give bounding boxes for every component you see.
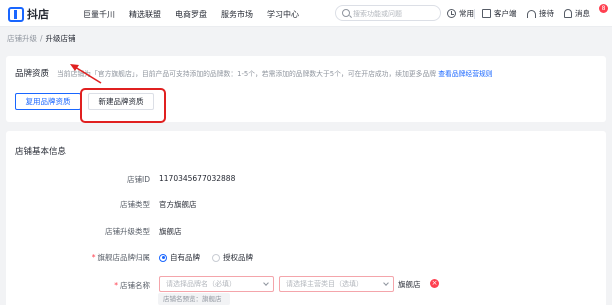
toolbar-divider [474,9,475,19]
store-section-title: 店铺基本信息 [15,147,67,157]
tool-reception-label: 接待 [539,9,554,18]
nav-item-learning[interactable]: 学习中心 [267,9,299,20]
tool-messages[interactable]: 消息 [564,8,590,19]
store-id-label: 店铺ID [127,175,150,184]
clock-icon [447,9,456,18]
tool-client-label: 客户端 [494,9,517,18]
radio-own-brand[interactable]: 自有品牌 [159,252,200,263]
brand-section-description: 当前店铺为「官方旗舰店」，目前产品可支持添加的品牌数：1-5个，若需添加的品牌数… [57,68,493,78]
brand-section-title: 品牌资质 [15,69,50,79]
tool-client[interactable]: 客户端 [482,8,517,19]
radio-unchecked-icon [212,253,220,262]
brand-owner-label: * 旗舰店品牌归属 [60,252,150,263]
tool-common-label: 常用 [459,9,474,18]
tool-reception[interactable]: 接待 [527,8,554,19]
bell-icon [564,9,572,18]
radio-checked-icon [159,253,167,262]
brand-name-select-placeholder: 请选择品牌名（必填） [166,280,236,288]
brand-name-select[interactable]: 请选择品牌名（必填） [159,276,274,292]
store-name-label: * 店铺名称 [60,280,150,291]
store-type-value: 官方旗舰店 [159,200,197,209]
required-mark: * [114,281,118,290]
main-category-select[interactable]: 请选择主营类目（选填） [279,276,394,292]
brand-description-text: 当前店铺为「官方旗舰店」，目前产品可支持添加的品牌数：1-5个，若需添加的品牌数… [57,70,437,78]
store-name-preview: 店铺名预览：旗舰店 [158,293,230,305]
store-id-value: 1170345677032888 [159,174,236,183]
nav-item-alliance[interactable]: 精选联盟 [129,9,161,20]
breadcrumb: 店铺升级 / 升级店铺 [7,33,76,44]
breadcrumb-separator: / [40,34,43,43]
required-mark: * [91,253,96,262]
client-icon [482,9,491,18]
nav-item-qianchuan[interactable]: 巨量千川 [83,9,115,20]
chevron-down-icon [263,280,269,286]
radio-licensed-brand-label: 授权品牌 [223,253,253,262]
tool-common[interactable]: 常用 [447,8,474,19]
app-name: 抖店 [27,8,49,21]
headset-icon [527,9,536,18]
close-icon[interactable]: × [430,279,439,288]
search-icon [342,9,350,17]
annotation-highlight-box [80,88,166,123]
reuse-brand-button[interactable]: 复用品牌资质 [15,93,81,110]
nav-item-compass[interactable]: 电商罗盘 [175,9,207,20]
brand-owner-label-text: 旗舰店品牌归属 [97,253,151,262]
search-box[interactable] [335,5,441,21]
radio-own-brand-label: 自有品牌 [170,253,200,262]
main-category-select-placeholder: 请选择主营类目（选填） [286,280,363,288]
search-input[interactable] [353,8,438,19]
breadcrumb-current: 升级店铺 [45,34,76,43]
main-nav: 巨量千川 精选联盟 电商罗盘 服务市场 学习中心 [83,9,313,20]
breadcrumb-parent[interactable]: 店铺升级 [7,34,37,43]
nav-item-market[interactable]: 服务市场 [221,9,253,20]
chevron-down-icon [383,280,389,286]
store-upgrade-type-label: 店铺升级类型 [105,227,150,236]
store-name-suffix: 旗舰店 [398,280,421,289]
tool-messages-label: 消息 [575,9,590,18]
store-type-label: 店铺类型 [120,200,150,209]
radio-licensed-brand[interactable]: 授权品牌 [212,252,253,263]
store-upgrade-type-value: 旗舰店 [159,227,182,236]
store-name-label-text: 店铺名称 [120,281,150,290]
top-navbar: 抖店 巨量千川 精选联盟 电商罗盘 服务市场 学习中心 常用 客户端 接待 消息… [0,0,612,27]
app-logo[interactable]: 抖店 [8,6,49,22]
brand-rules-link[interactable]: 查看品牌经营规则 [438,70,492,78]
logo-icon [8,6,24,22]
message-count-badge: 8 [599,4,608,13]
